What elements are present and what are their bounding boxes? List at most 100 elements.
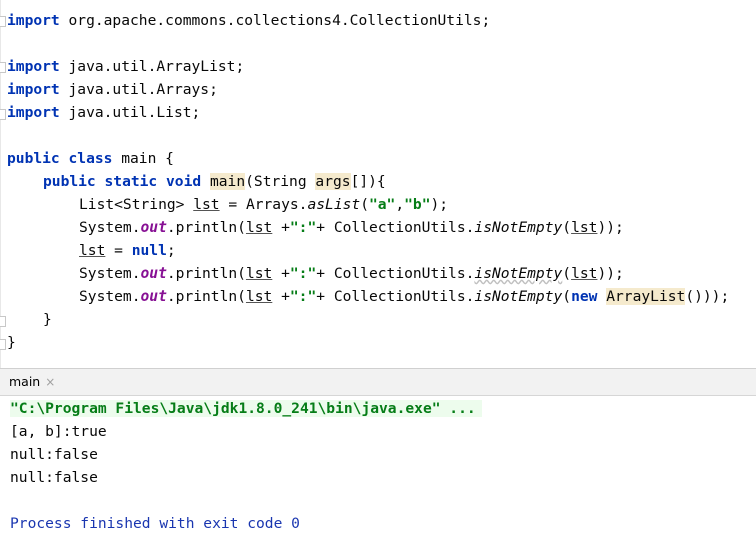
console-line: [a, b]:true bbox=[10, 423, 107, 440]
var-lst: lst bbox=[571, 219, 598, 236]
string-a: "a" bbox=[368, 196, 396, 213]
method-params-end: []){ bbox=[350, 173, 386, 190]
fold-marker[interactable] bbox=[0, 62, 6, 73]
var-lst: lst bbox=[245, 265, 273, 282]
fold-marker[interactable] bbox=[0, 16, 6, 27]
var-lst: lst bbox=[193, 196, 220, 213]
paren: ( bbox=[562, 219, 572, 236]
class-name: main { bbox=[112, 150, 174, 167]
brace-close: } bbox=[7, 334, 16, 351]
import-path: java.util.Arrays; bbox=[59, 81, 218, 98]
paren: ( bbox=[360, 196, 369, 213]
semicolon: ; bbox=[166, 242, 176, 259]
var-lst: lst bbox=[245, 219, 273, 236]
method-aslist: asList bbox=[307, 196, 361, 213]
code-line-println-2: System.out.println(lst +":"+ CollectionU… bbox=[79, 262, 624, 285]
arraylist-ctor: ArrayList bbox=[606, 288, 686, 305]
keyword-import: import bbox=[7, 58, 60, 75]
code-line-import-arrays: import java.util.Arrays; bbox=[7, 78, 218, 101]
code-line-import-collectionutils: import org.apache.commons.collections4.C… bbox=[7, 9, 490, 32]
keyword-public: public bbox=[7, 150, 60, 167]
keyword-import: import bbox=[7, 81, 60, 98]
system: System. bbox=[79, 265, 141, 282]
string-b: "b" bbox=[404, 196, 431, 213]
code-line-list-decl: List<String> lst = Arrays.asList("a","b"… bbox=[79, 193, 448, 216]
fold-marker[interactable] bbox=[0, 109, 6, 120]
fold-marker[interactable] bbox=[0, 339, 6, 350]
method-isnotempty: isNotEmpty bbox=[474, 219, 563, 236]
collectionutils: + CollectionUtils. bbox=[316, 219, 475, 236]
println: .println( bbox=[166, 219, 246, 236]
string-colon: ":" bbox=[289, 265, 317, 282]
import-path: java.util.List; bbox=[59, 104, 201, 121]
method-params: (String bbox=[245, 173, 316, 190]
code-line-import-list: import java.util.List; bbox=[7, 101, 200, 124]
collectionutils: + CollectionUtils. bbox=[316, 265, 475, 282]
close: )); bbox=[597, 265, 624, 282]
plus: + bbox=[272, 265, 290, 282]
close: ())); bbox=[685, 288, 730, 305]
keyword-void: void bbox=[157, 173, 202, 190]
editor-gutter bbox=[0, 0, 1, 368]
comma: , bbox=[395, 196, 405, 213]
console-output[interactable]: "C:\Program Files\Java\jdk1.8.0_241\bin\… bbox=[0, 396, 756, 542]
method-isnotempty: isNotEmpty bbox=[474, 288, 563, 305]
fold-marker[interactable] bbox=[0, 316, 6, 327]
param-args: args bbox=[315, 173, 351, 190]
var-lst: lst bbox=[79, 242, 106, 259]
field-out: out bbox=[140, 288, 167, 305]
var-lst: lst bbox=[571, 265, 598, 282]
paren: ( bbox=[562, 265, 572, 282]
list-type: List<String> bbox=[79, 196, 194, 213]
import-path: org.apache.commons.collections4.Collecti… bbox=[59, 12, 491, 29]
field-out: out bbox=[140, 219, 167, 236]
method-isnotempty: isNotEmpty bbox=[474, 265, 563, 282]
var-lst: lst bbox=[245, 288, 273, 305]
system: System. bbox=[79, 288, 141, 305]
tab-label: main bbox=[9, 374, 41, 389]
keyword-new: new bbox=[571, 288, 598, 305]
code-line-method-close: } bbox=[43, 308, 52, 331]
paren-close: ); bbox=[430, 196, 449, 213]
run-tool-window-tabs: main × bbox=[0, 369, 756, 396]
assign: = bbox=[105, 242, 132, 259]
keyword-import: import bbox=[7, 12, 60, 29]
code-line-println-1: System.out.println(lst +":"+ CollectionU… bbox=[79, 216, 624, 239]
console-command-line: "C:\Program Files\Java\jdk1.8.0_241\bin\… bbox=[10, 397, 482, 420]
paren: ( bbox=[562, 288, 572, 305]
code-line-method-decl: public static void main(String args[]){ bbox=[43, 170, 386, 193]
java-command: "C:\Program Files\Java\jdk1.8.0_241\bin\… bbox=[10, 400, 482, 417]
code-line-import-arraylist: import java.util.ArrayList; bbox=[7, 55, 244, 78]
code-line-assign-null: lst = null; bbox=[79, 239, 176, 262]
code-line-class-decl: public class main { bbox=[7, 147, 174, 170]
brace-close: } bbox=[43, 311, 52, 328]
close-icon[interactable]: × bbox=[45, 375, 55, 389]
process-finished-message: Process finished with exit code 0 bbox=[10, 515, 300, 532]
keyword-import: import bbox=[7, 104, 60, 121]
code-line-class-close: } bbox=[7, 331, 16, 354]
keyword-static: static bbox=[95, 173, 158, 190]
import-path: java.util.ArrayList; bbox=[59, 58, 245, 75]
string-colon: ":" bbox=[289, 219, 317, 236]
plus: + bbox=[272, 288, 290, 305]
println: .println( bbox=[166, 288, 246, 305]
plus: + bbox=[272, 219, 290, 236]
keyword-class: class bbox=[59, 150, 113, 167]
console-line: null:false bbox=[10, 446, 98, 463]
console-line: null:false bbox=[10, 469, 98, 486]
keyword-public: public bbox=[43, 173, 96, 190]
string-colon: ":" bbox=[289, 288, 317, 305]
keyword-null: null bbox=[131, 242, 167, 259]
field-out: out bbox=[140, 265, 167, 282]
println: .println( bbox=[166, 265, 246, 282]
code-editor[interactable]: import org.apache.commons.collections4.C… bbox=[0, 0, 756, 368]
system: System. bbox=[79, 219, 141, 236]
close: )); bbox=[597, 219, 624, 236]
code-line-println-3: System.out.println(lst +":"+ CollectionU… bbox=[79, 285, 729, 308]
method-name: main bbox=[209, 173, 246, 190]
tab-main[interactable]: main × bbox=[0, 369, 63, 395]
collectionutils: + CollectionUtils. bbox=[316, 288, 475, 305]
assign-arrays: = Arrays. bbox=[219, 196, 308, 213]
